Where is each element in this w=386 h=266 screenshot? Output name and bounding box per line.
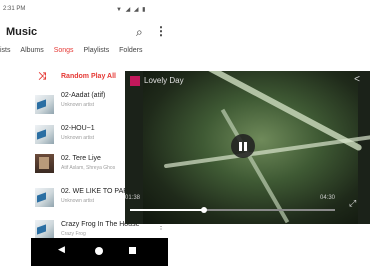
tab-playlists[interactable]: Playlists — [84, 47, 110, 54]
album-art — [35, 125, 54, 144]
more-vert-icon[interactable]: ⋮ — [155, 24, 167, 38]
song-title: 02. WE LIKE TO PAR — [61, 188, 129, 195]
home-icon[interactable] — [95, 247, 103, 255]
search-icon[interactable]: ⌕ — [136, 25, 143, 40]
pause-icon[interactable] — [231, 134, 255, 158]
tab-artists[interactable]: tists — [0, 47, 10, 54]
video-app-icon — [130, 76, 140, 86]
video-frame-detail — [220, 108, 290, 224]
album-art — [35, 220, 54, 239]
seek-bar-handle[interactable] — [200, 207, 207, 213]
shuffle-icon[interactable]: ⤨ — [38, 71, 46, 82]
tab-songs[interactable]: Songs — [54, 47, 74, 54]
status-time: 2:31 PM — [3, 6, 26, 12]
song-title: 02. Tere Liye — [61, 155, 101, 162]
video-title: Lovely Day — [144, 76, 184, 85]
video-frame-detail — [163, 133, 370, 169]
song-title: 02-Aadat (atif) — [61, 92, 106, 99]
seek-bar[interactable] — [130, 207, 335, 213]
share-icon[interactable]: < — [354, 74, 360, 85]
song-artist: Crazy Frog — [61, 231, 86, 237]
album-art — [35, 188, 54, 207]
song-artist: Unknown artist — [61, 198, 95, 204]
song-title: 02-HOU~1 — [61, 125, 95, 132]
tab-albums[interactable]: Albums — [20, 47, 43, 54]
album-art — [35, 95, 54, 114]
seek-bar-progress — [130, 209, 204, 211]
song-artist: Atif Aslam, Shreya Ghos — [61, 165, 116, 171]
song-artist: Unknown artist — [61, 135, 95, 141]
status-icons: ▼ ◢ ◢ ▮ — [116, 7, 147, 13]
tab-folders[interactable]: Folders — [119, 47, 142, 54]
album-art — [35, 154, 54, 173]
song-artist: Unknown artist — [61, 102, 95, 108]
fullscreen-icon[interactable]: ⤢ — [349, 198, 356, 209]
random-play-all[interactable]: Random Play All — [61, 73, 116, 80]
current-time: 01:38 — [125, 195, 141, 201]
app-title: Music — [6, 26, 38, 38]
video-player[interactable]: Lovely Day < 01:38 04:30 ⤢ — [125, 71, 370, 224]
recents-icon[interactable] — [129, 247, 136, 254]
tab-bar: tists Albums Songs Playlists Folders — [0, 47, 151, 61]
system-nav-bar: ◀ — [31, 238, 168, 266]
duration: 04:30 — [320, 195, 336, 201]
back-icon[interactable]: ◀ — [58, 244, 65, 255]
